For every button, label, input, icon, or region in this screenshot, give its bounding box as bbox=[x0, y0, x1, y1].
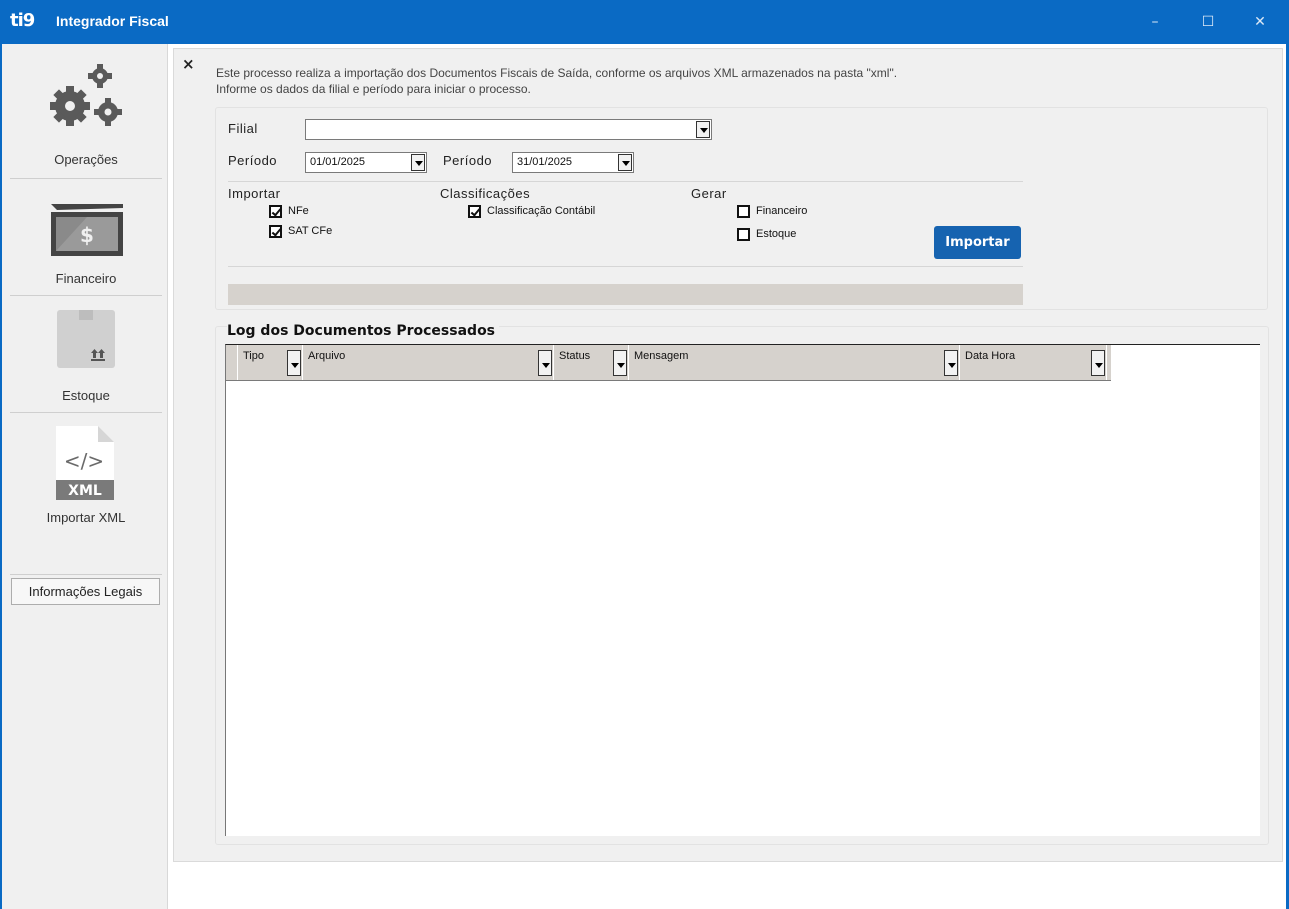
xml-badge: XML bbox=[68, 483, 102, 499]
info-text-line1: Este processo realiza a importação dos D… bbox=[216, 66, 898, 80]
info-text-line2: Informe os dados da filial e período par… bbox=[216, 82, 531, 96]
sidebar-label-operacoes: Operações bbox=[54, 152, 118, 167]
checkbox-checked-icon bbox=[269, 205, 282, 218]
filter-dropdown-icon[interactable] bbox=[613, 350, 627, 376]
importar-group-label: Importar bbox=[228, 186, 281, 201]
sidebar: Operações $ Financeiro Estoque </> XML I… bbox=[2, 44, 168, 909]
classificacao-contabil-checkbox[interactable]: Classificação Contábil bbox=[468, 205, 618, 219]
log-title: Log dos Documentos Processados bbox=[227, 323, 500, 339]
title-bar: ti9 Integrador Fiscal – ☐ ✕ bbox=[0, 0, 1289, 44]
gears-icon bbox=[50, 64, 122, 126]
column-title: Data Hora bbox=[965, 350, 1016, 362]
chevron-down-icon[interactable] bbox=[618, 154, 632, 171]
chevron-down-icon[interactable] bbox=[411, 154, 425, 171]
periodo-end-value: 31/01/2025 bbox=[517, 156, 573, 168]
checkbox-checked-icon bbox=[269, 225, 282, 238]
main-panel: × Este processo realiza a importação dos… bbox=[173, 48, 1283, 862]
classificacoes-group-label: Classificações bbox=[440, 186, 531, 201]
sidebar-item-operacoes[interactable]: Operações bbox=[18, 62, 154, 182]
informacoes-legais-button[interactable]: Informações Legais bbox=[11, 578, 160, 605]
gerar-group-label: Gerar bbox=[691, 186, 727, 201]
column-title: Status bbox=[559, 350, 591, 362]
sidebar-item-estoque[interactable]: Estoque bbox=[18, 308, 154, 408]
column-header-data-hora[interactable]: Data Hora bbox=[961, 345, 1107, 380]
column-header-status[interactable]: Status bbox=[555, 345, 629, 380]
box-icon bbox=[57, 310, 115, 368]
app-logo: ti9 bbox=[10, 10, 35, 31]
checkbox-unchecked-icon bbox=[737, 228, 750, 241]
log-panel: Log dos Documentos Processados Tipo Arqu… bbox=[215, 323, 1269, 845]
financeiro-checkbox[interactable]: Financeiro bbox=[737, 205, 827, 219]
column-title: Arquivo bbox=[308, 350, 346, 362]
log-table-header: Tipo Arquivo Status Mensagem Data Hora bbox=[226, 345, 1111, 381]
column-title: Tipo bbox=[243, 350, 264, 362]
filter-dropdown-icon[interactable] bbox=[538, 350, 552, 376]
checkbox-unchecked-icon bbox=[737, 205, 750, 218]
sidebar-label-financeiro: Financeiro bbox=[55, 271, 117, 286]
minimize-button[interactable]: – bbox=[1143, 10, 1167, 34]
progress-bar bbox=[228, 284, 1023, 305]
sat-cfe-checkbox-label: SAT CFe bbox=[288, 225, 333, 237]
sidebar-label-importar-xml: Importar XML bbox=[46, 510, 126, 525]
checkbox-checked-icon bbox=[468, 205, 481, 218]
sidebar-separator bbox=[10, 574, 162, 575]
periodo-start-value: 01/01/2025 bbox=[310, 156, 366, 168]
money-icon: $ bbox=[51, 204, 123, 256]
financeiro-checkbox-label: Financeiro bbox=[756, 205, 808, 217]
column-header-mensagem[interactable]: Mensagem bbox=[630, 345, 960, 380]
sidebar-separator bbox=[10, 178, 162, 179]
maximize-button[interactable]: ☐ bbox=[1196, 10, 1220, 34]
sidebar-item-importar-xml[interactable]: </> XML Importar XML bbox=[18, 422, 154, 534]
sat-cfe-checkbox[interactable]: SAT CFe bbox=[269, 225, 349, 239]
estoque-checkbox[interactable]: Estoque bbox=[737, 228, 817, 242]
app-title: Integrador Fiscal bbox=[56, 13, 169, 29]
sidebar-item-financeiro[interactable]: $ Financeiro bbox=[18, 194, 154, 294]
filter-dropdown-icon[interactable] bbox=[287, 350, 301, 376]
sidebar-separator bbox=[10, 412, 162, 413]
log-table[interactable]: Tipo Arquivo Status Mensagem Data Hora bbox=[225, 344, 1260, 836]
close-window-button[interactable]: ✕ bbox=[1248, 10, 1272, 34]
filter-dropdown-icon[interactable] bbox=[1091, 350, 1105, 376]
nfe-checkbox-label: NFe bbox=[288, 205, 309, 217]
divider bbox=[228, 181, 1023, 182]
classificacao-contabil-label: Classificação Contábil bbox=[487, 205, 596, 217]
periodo-start-select[interactable]: 01/01/2025 bbox=[305, 152, 427, 173]
periodo-end-label: Período bbox=[443, 153, 493, 168]
periodo-end-select[interactable]: 31/01/2025 bbox=[512, 152, 634, 173]
nfe-checkbox[interactable]: NFe bbox=[269, 205, 329, 219]
svg-text:$: $ bbox=[80, 223, 94, 247]
importar-button[interactable]: Importar bbox=[934, 226, 1021, 259]
filial-select[interactable] bbox=[305, 119, 712, 140]
divider bbox=[228, 266, 1023, 267]
column-header-tipo[interactable]: Tipo bbox=[239, 345, 303, 380]
filial-label: Filial bbox=[228, 121, 258, 136]
sidebar-label-estoque: Estoque bbox=[62, 388, 110, 403]
chevron-down-icon[interactable] bbox=[696, 121, 710, 138]
periodo-start-label: Período bbox=[228, 153, 278, 168]
column-header-arquivo[interactable]: Arquivo bbox=[304, 345, 554, 380]
row-header-cell bbox=[226, 345, 238, 380]
sidebar-separator bbox=[10, 295, 162, 296]
close-panel-button[interactable]: × bbox=[182, 55, 195, 73]
column-title: Mensagem bbox=[634, 350, 689, 362]
import-form: Filial Período 01/01/2025 Período 31/01/… bbox=[215, 107, 1268, 310]
svg-text:</>: </> bbox=[64, 449, 104, 473]
filter-dropdown-icon[interactable] bbox=[944, 350, 958, 376]
estoque-checkbox-label: Estoque bbox=[756, 228, 797, 240]
